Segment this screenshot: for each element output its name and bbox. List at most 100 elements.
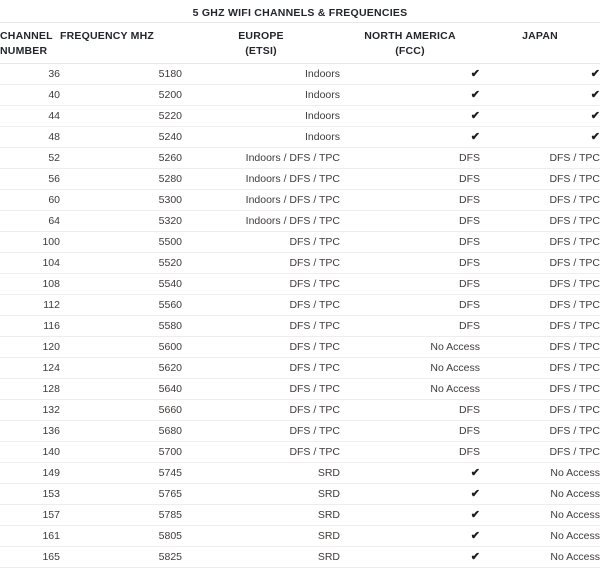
cell-channel-number: 60 — [48, 194, 60, 206]
check-icon-glyph: ✔ — [470, 551, 480, 563]
table-row: 161 5805 SRD ✔ No Access — [0, 526, 600, 547]
check-icon: ✔ — [480, 127, 600, 148]
cell-frequency-mhz: 5580 — [158, 320, 182, 332]
cell-channel-number: 128 — [42, 383, 60, 395]
cell-channel-number: 136 — [42, 425, 60, 437]
check-icon: ✔ — [340, 64, 480, 85]
cell-frequency-mhz: 5200 — [158, 89, 182, 101]
wifi-channels-page: 5 GHZ WIFI CHANNELS & FREQUENCIES CHANNE… — [0, 0, 600, 568]
cell-europe: DFS / TPC — [289, 425, 340, 437]
cell-frequency-mhz: 5765 — [158, 488, 182, 500]
cell-frequency-mhz: 5220 — [158, 110, 182, 122]
column-header-north-america-line2: (FCC) — [395, 44, 425, 57]
cell-japan: DFS / TPC — [549, 341, 600, 353]
cell-north-america: DFS — [459, 152, 480, 164]
table-row: 116 5580 DFS / TPC DFS DFS / TPC — [0, 316, 600, 337]
cell-channel-number: 108 — [42, 278, 60, 290]
table-row: 149 5745 SRD ✔ No Access — [0, 463, 600, 484]
cell-europe: DFS / TPC — [289, 257, 340, 269]
check-icon: ✔ — [340, 484, 480, 505]
cell-frequency-mhz: 5660 — [158, 404, 182, 416]
table-row: 165 5825 SRD ✔ No Access — [0, 547, 600, 568]
cell-frequency-mhz: 5180 — [158, 68, 182, 80]
table-row: 64 5320 Indoors / DFS / TPC DFS DFS / TPC — [0, 211, 600, 232]
cell-japan: DFS / TPC — [549, 383, 600, 395]
cell-frequency-mhz: 5825 — [158, 551, 182, 563]
cell-north-america: DFS — [459, 257, 480, 269]
cell-japan: No Access — [550, 467, 600, 479]
cell-frequency-mhz: 5320 — [158, 215, 182, 227]
cell-north-america: DFS — [459, 215, 480, 227]
cell-north-america: DFS — [459, 320, 480, 332]
cell-channel-number: 132 — [42, 404, 60, 416]
check-icon-glyph: ✔ — [470, 530, 480, 542]
table-row: 140 5700 DFS / TPC DFS DFS / TPC — [0, 442, 600, 463]
table-row: 128 5640 DFS / TPC No Access DFS / TPC — [0, 379, 600, 400]
column-header-north-america: NORTH AMERICA (FCC) — [340, 23, 480, 64]
check-icon-glyph: ✔ — [590, 68, 600, 80]
table-row: 56 5280 Indoors / DFS / TPC DFS DFS / TPC — [0, 169, 600, 190]
cell-channel-number: 120 — [42, 341, 60, 353]
column-header-japan-line1: JAPAN — [522, 30, 558, 42]
column-header-europe-line1: EUROPE — [238, 30, 284, 42]
cell-channel-number: 64 — [48, 215, 60, 227]
page-title: 5 GHZ WIFI CHANNELS & FREQUENCIES — [192, 7, 408, 19]
cell-japan: DFS / TPC — [549, 194, 600, 206]
table-row: 112 5560 DFS / TPC DFS DFS / TPC — [0, 295, 600, 316]
cell-europe: DFS / TPC — [289, 320, 340, 332]
table-row: 153 5765 SRD ✔ No Access — [0, 484, 600, 505]
table-row: 132 5660 DFS / TPC DFS DFS / TPC — [0, 400, 600, 421]
cell-frequency-mhz: 5745 — [158, 467, 182, 479]
column-header-frequency-mhz-line1: FREQUENCY MHZ — [60, 30, 154, 42]
cell-channel-number: 165 — [42, 551, 60, 563]
check-icon-glyph: ✔ — [470, 509, 480, 521]
cell-europe: Indoors / DFS / TPC — [245, 194, 340, 206]
check-icon-glyph: ✔ — [590, 131, 600, 143]
check-icon: ✔ — [480, 106, 600, 127]
check-icon: ✔ — [340, 106, 480, 127]
cell-europe: Indoors — [304, 89, 340, 101]
check-icon-glyph: ✔ — [470, 89, 480, 101]
cell-north-america: No Access — [430, 362, 480, 374]
table-row: 124 5620 DFS / TPC No Access DFS / TPC — [0, 358, 600, 379]
cell-japan: DFS / TPC — [549, 404, 600, 416]
table-row: 52 5260 Indoors / DFS / TPC DFS DFS / TPC — [0, 148, 600, 169]
cell-japan: DFS / TPC — [549, 320, 600, 332]
check-icon-glyph: ✔ — [470, 131, 480, 143]
cell-japan: No Access — [550, 551, 600, 563]
cell-channel-number: 149 — [42, 467, 60, 479]
cell-frequency-mhz: 5805 — [158, 530, 182, 542]
cell-japan: No Access — [550, 530, 600, 542]
table-row: 60 5300 Indoors / DFS / TPC DFS DFS / TPC — [0, 190, 600, 211]
column-header-japan: JAPAN — [480, 23, 600, 64]
cell-japan: DFS / TPC — [549, 362, 600, 374]
cell-europe: Indoors — [304, 131, 340, 143]
table-row: 100 5500 DFS / TPC DFS DFS / TPC — [0, 232, 600, 253]
cell-frequency-mhz: 5280 — [158, 173, 182, 185]
cell-north-america: No Access — [430, 341, 480, 353]
column-header-europe: EUROPE (ETSI) — [182, 23, 340, 64]
cell-frequency-mhz: 5640 — [158, 383, 182, 395]
cell-north-america: DFS — [459, 404, 480, 416]
cell-frequency-mhz: 5540 — [158, 278, 182, 290]
cell-channel-number: 48 — [48, 131, 60, 143]
cell-north-america: No Access — [430, 383, 480, 395]
cell-europe: DFS / TPC — [289, 299, 340, 311]
cell-europe: SRD — [317, 509, 340, 521]
cell-north-america: DFS — [459, 278, 480, 290]
check-icon-glyph: ✔ — [470, 467, 480, 479]
cell-japan: DFS / TPC — [549, 446, 600, 458]
cell-japan: DFS / TPC — [549, 215, 600, 227]
cell-frequency-mhz: 5500 — [158, 236, 182, 248]
cell-frequency-mhz: 5300 — [158, 194, 182, 206]
cell-europe: DFS / TPC — [289, 383, 340, 395]
cell-channel-number: 112 — [43, 299, 60, 311]
check-icon: ✔ — [480, 64, 600, 85]
cell-north-america: DFS — [459, 173, 480, 185]
cell-europe: Indoors / DFS / TPC — [245, 152, 340, 164]
cell-channel-number: 36 — [48, 68, 60, 80]
cell-japan: DFS / TPC — [549, 173, 600, 185]
cell-japan: DFS / TPC — [549, 257, 600, 269]
cell-europe: SRD — [317, 467, 340, 479]
table-header-row: CHANNEL NUMBER FREQUENCY MHZ EUROPE (ETS… — [0, 22, 600, 64]
